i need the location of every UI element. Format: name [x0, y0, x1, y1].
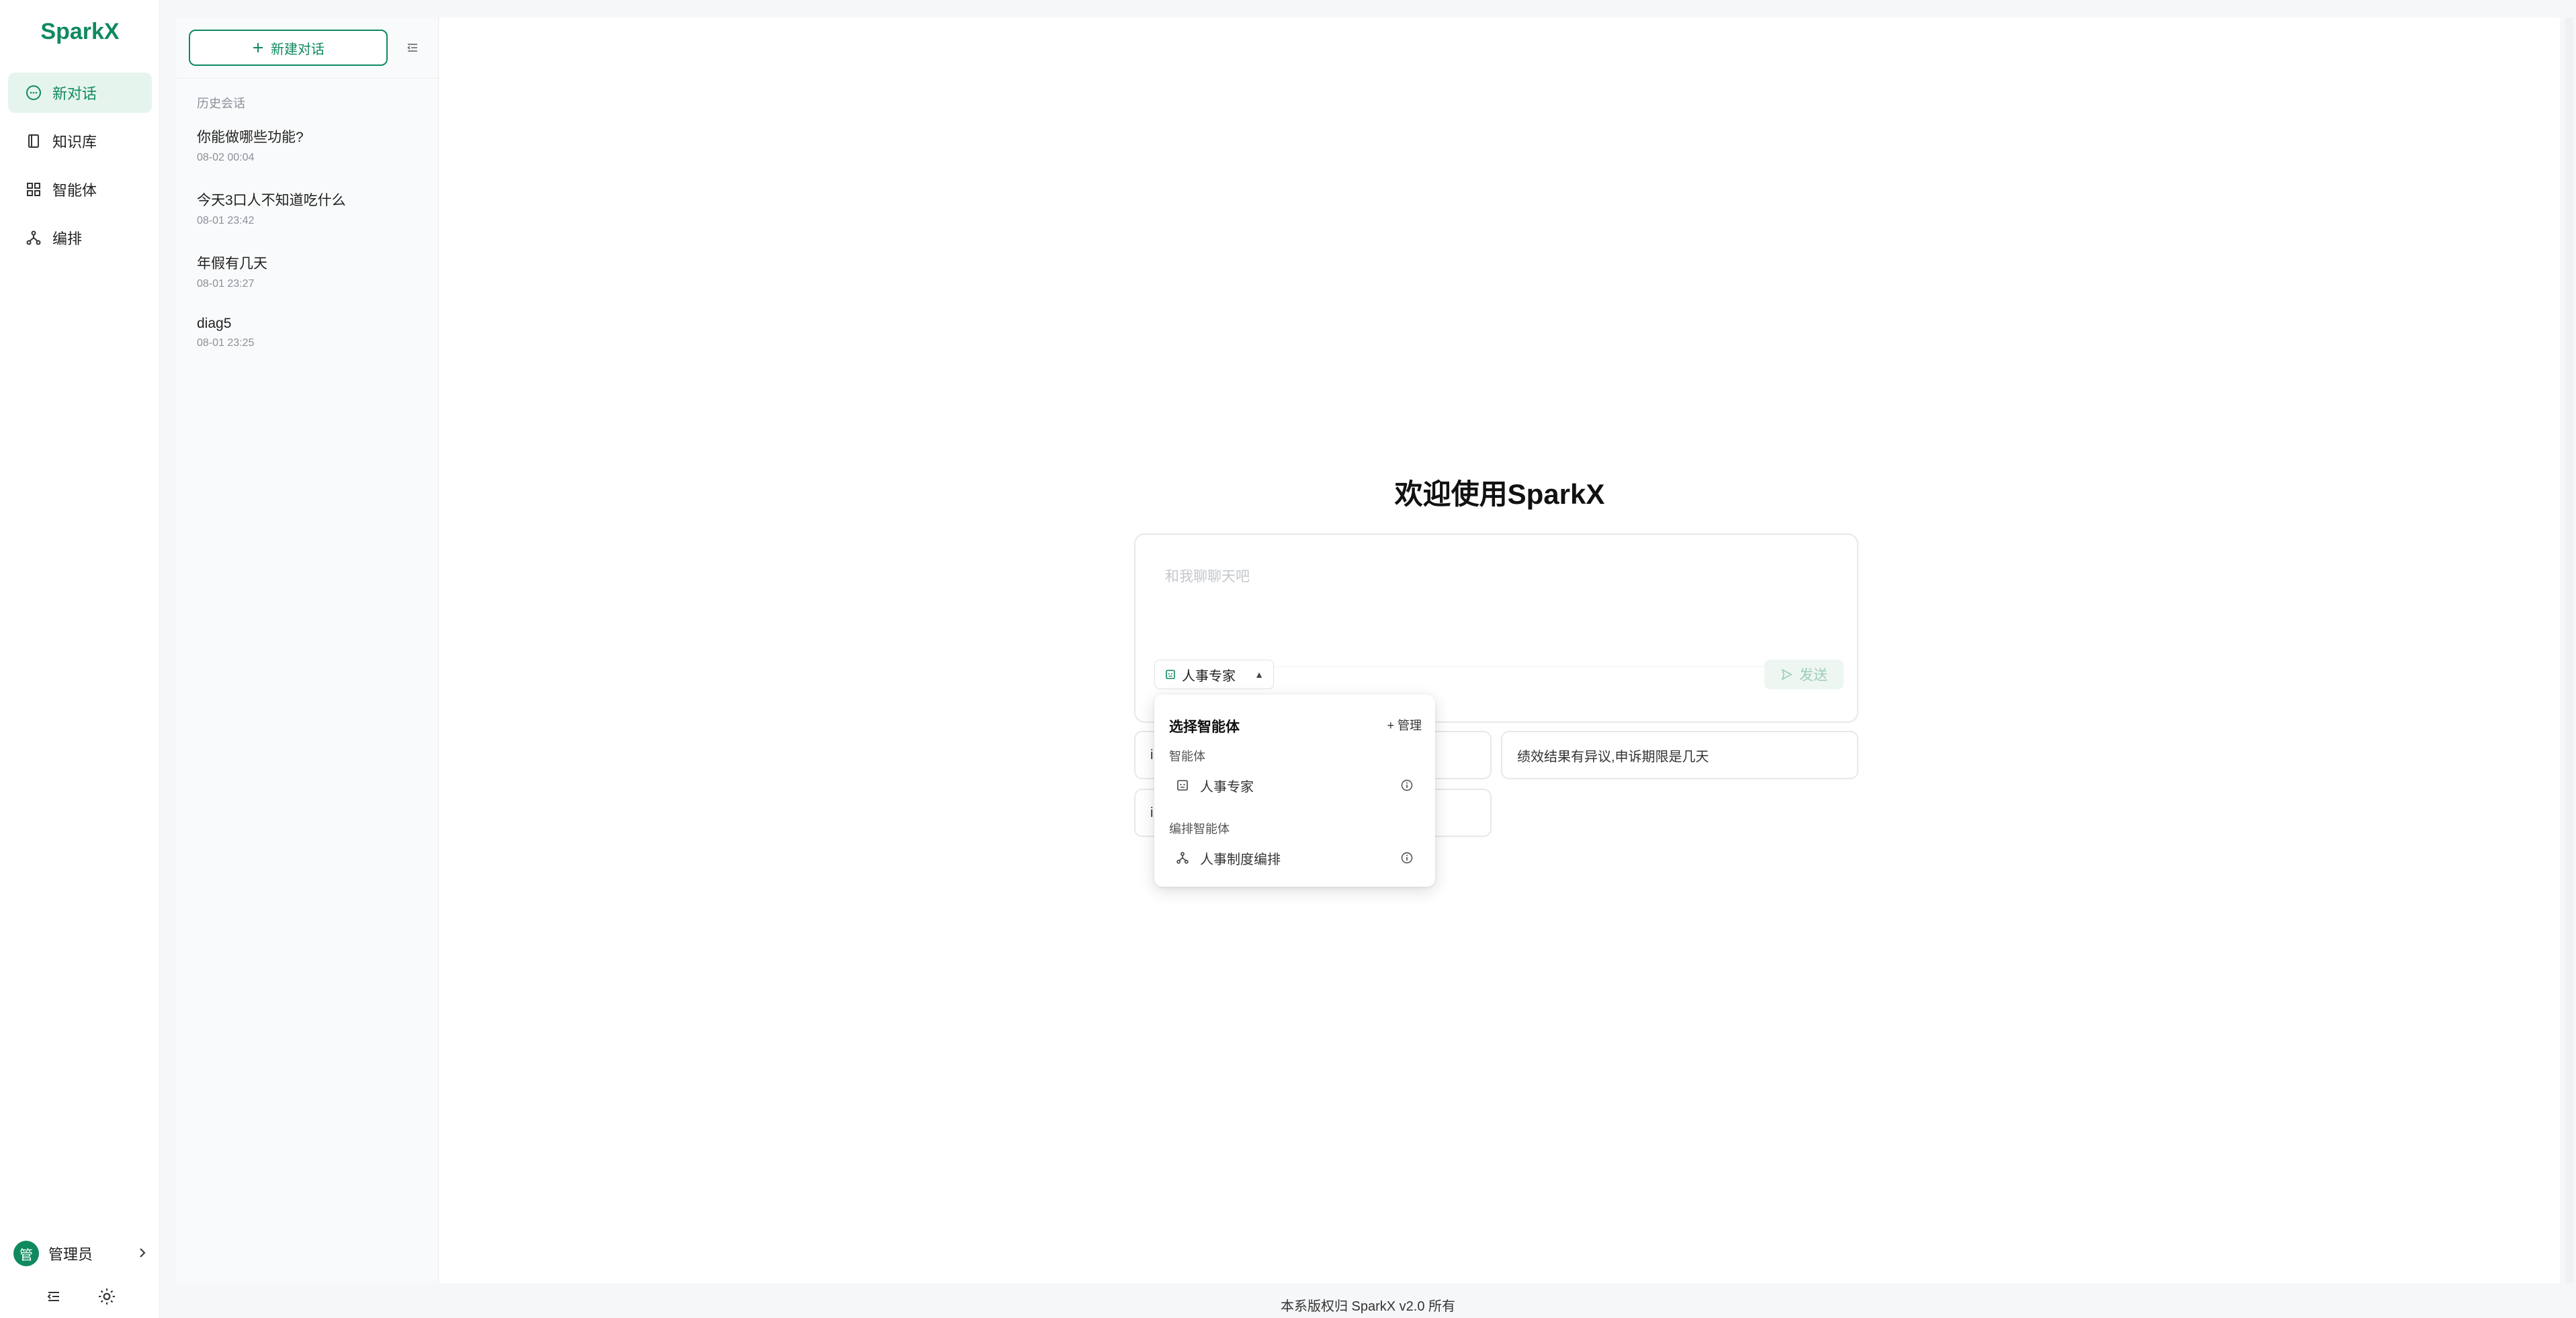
robot-icon [1174, 777, 1191, 793]
agent-option[interactable]: 人事制度编排 [1164, 842, 1426, 873]
history-section-label: 历史会话 [197, 97, 245, 110]
agent-option-label: 人事制度编排 [1200, 852, 1281, 867]
divider [177, 78, 439, 79]
nav-item-orchestration[interactable]: 编排 [8, 218, 152, 258]
caret-up-icon: ▲ [1254, 669, 1264, 680]
nav-bottom-toolbar [0, 1286, 160, 1307]
nav-item-knowledge-base[interactable]: 知识库 [8, 121, 152, 161]
agent-option-label: 人事专家 [1200, 779, 1254, 795]
app-root: SparkX 新对话 知识库 智能体 编排 管 管理员 新建对话 历史会话 你能… [0, 0, 2576, 1318]
dropdown-group-label: 智能体 [1169, 750, 1205, 763]
book-icon [24, 132, 43, 150]
conversation-item[interactable]: 你能做哪些功能? 08-02 00:04 [197, 126, 425, 164]
agent-option[interactable]: 人事专家 [1164, 770, 1426, 801]
history-panel: 新建对话 历史会话 你能做哪些功能? 08-02 00:04 今天3口人不知道吃… [177, 17, 439, 1283]
user-name: 管理员 [48, 1246, 93, 1263]
info-icon[interactable] [1400, 779, 1414, 792]
dropdown-title: 选择智能体 [1169, 719, 1240, 735]
robot-icon [1164, 668, 1176, 680]
send-icon [1780, 668, 1793, 680]
workflow-icon [24, 228, 43, 247]
nav-item-new-chat[interactable]: 新对话 [8, 73, 152, 113]
suggestion-text: i [1150, 747, 1154, 762]
manage-agents-button[interactable]: + 管理 [1387, 716, 1422, 734]
conversation-title: diag5 [197, 316, 232, 331]
send-button[interactable]: 发送 [1764, 660, 1844, 689]
avatar: 管 [13, 1241, 39, 1266]
agent-dropdown: 选择智能体 + 管理 智能体 人事专家 编排智能体 人事制度编排 [1154, 695, 1435, 887]
left-nav: SparkX 新对话 知识库 智能体 编排 管 管理员 [0, 0, 160, 1318]
nav-item-label: 编排 [52, 230, 83, 247]
chat-input[interactable]: 和我聊聊天吧 [1165, 566, 1250, 586]
collapse-history-button[interactable] [402, 38, 423, 58]
welcome-title: 欢迎使用SparkX [1394, 478, 1605, 510]
chevron-right-icon [137, 1245, 148, 1262]
new-chat-button[interactable]: 新建对话 [189, 30, 388, 66]
conversation-item[interactable]: diag5 08-01 23:25 [197, 316, 425, 349]
nav-item-label: 新对话 [52, 85, 97, 102]
nav-item-label: 知识库 [52, 134, 97, 150]
suggestion-card[interactable]: 绩效结果有异议,申诉期限是几天 [1501, 731, 1858, 779]
nav-item-label: 智能体 [52, 182, 97, 199]
brand-logo: SparkX [40, 19, 120, 44]
send-label: 发送 [1799, 668, 1828, 683]
workflow-icon [1174, 850, 1191, 866]
conversation-time: 08-01 23:42 [197, 215, 255, 226]
sun-icon[interactable] [96, 1286, 118, 1307]
conversation-title: 你能做哪些功能? [197, 130, 304, 145]
conversation-time: 08-01 23:25 [197, 337, 255, 349]
info-icon[interactable] [1400, 851, 1414, 865]
main-content: 欢迎使用SparkX 和我聊聊天吧 人事专家 ▲ 发送 i 绩效结果有异议,申诉… [439, 17, 2560, 1283]
user-menu[interactable]: 管 管理员 [13, 1239, 148, 1268]
nav-item-agents[interactable]: 智能体 [8, 169, 152, 210]
agent-select[interactable]: 人事专家 ▲ [1154, 660, 1274, 689]
suggestion-text: 绩效结果有异议,申诉期限是几天 [1517, 749, 1709, 764]
grid-icon [24, 180, 43, 199]
plus-icon [252, 42, 264, 54]
new-chat-label: 新建对话 [271, 42, 325, 57]
conversation-title: 今天3口人不知道吃什么 [197, 193, 346, 208]
chat-bubble-icon [24, 83, 43, 102]
menu-fold-icon[interactable] [43, 1286, 65, 1307]
conversation-item[interactable]: 今天3口人不知道吃什么 08-01 23:42 [197, 189, 425, 227]
footer-copyright: 本系版权归 SparkX v2.0 所有 [1280, 1299, 1456, 1314]
list-collapse-icon [406, 41, 419, 54]
conversation-title: 年假有几天 [197, 256, 267, 271]
scrollbar[interactable] [2565, 17, 2573, 1283]
suggestion-text: i [1150, 805, 1154, 820]
selected-agent-label: 人事专家 [1182, 668, 1236, 684]
conversation-time: 08-01 23:27 [197, 278, 255, 290]
dropdown-group-label: 编排智能体 [1169, 822, 1230, 836]
conversation-item[interactable]: 年假有几天 08-01 23:27 [197, 253, 425, 290]
conversation-time: 08-02 00:04 [197, 152, 255, 163]
